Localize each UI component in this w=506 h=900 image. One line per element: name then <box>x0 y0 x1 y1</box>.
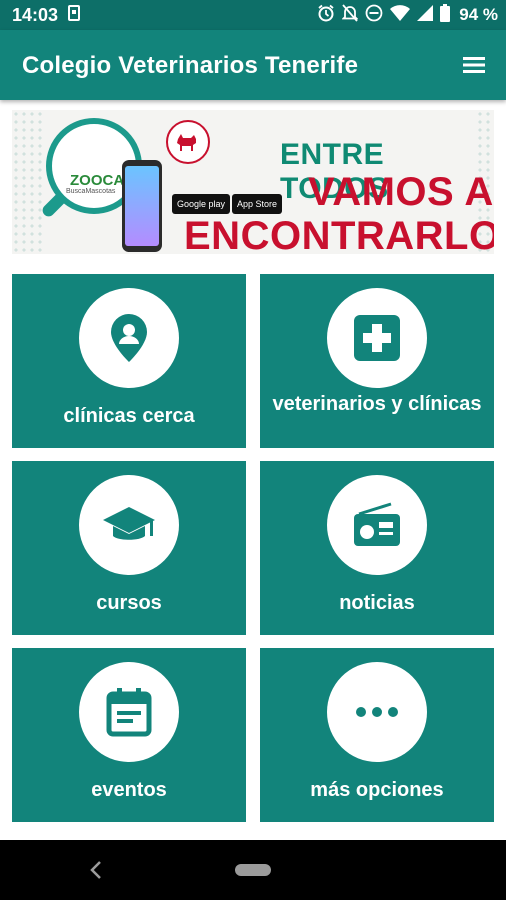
tile-eventos[interactable]: eventos <box>12 648 246 822</box>
tile-mas-opciones[interactable]: más opciones <box>260 648 494 822</box>
dog-icon <box>166 120 210 164</box>
mute-icon <box>341 3 359 27</box>
tile-label: eventos <box>91 779 167 801</box>
zoocan-logo-subtext: BuscaMascotas <box>66 188 116 195</box>
banner-headline-3: ENCONTRARLO <box>184 214 494 254</box>
home-pill-button[interactable] <box>235 864 271 876</box>
alarm-icon <box>317 4 335 27</box>
tile-label: noticias <box>339 592 415 614</box>
tile-label: clínicas cerca <box>63 405 195 427</box>
wifi-icon <box>390 4 411 26</box>
radio-icon <box>327 475 427 575</box>
phone-illustration <box>122 160 162 252</box>
calendar-icon <box>79 662 179 762</box>
tile-veterinarios-clinicas[interactable]: veterinarios y clínicas <box>260 274 494 448</box>
tile-clinicas-cerca[interactable]: clínicas cerca <box>12 274 246 448</box>
more-dots-icon <box>327 662 427 762</box>
tile-label: más opciones <box>310 779 444 801</box>
tile-noticias[interactable]: noticias <box>260 461 494 635</box>
banner-dot-pattern <box>12 110 42 254</box>
battery-icon <box>440 3 451 27</box>
signal-icon <box>417 4 434 26</box>
banner-headline-2: VAMOS A <box>308 170 494 214</box>
tile-cursos[interactable]: cursos <box>12 461 246 635</box>
dnd-icon <box>365 4 383 27</box>
app-bar: Colegio Veterinarios Tenerife <box>0 30 506 100</box>
back-icon[interactable] <box>88 860 104 885</box>
graduation-cap-icon <box>79 475 179 575</box>
app-title: Colegio Veterinarios Tenerife <box>22 52 359 79</box>
tile-label: cursos <box>96 592 162 614</box>
medical-cross-icon <box>327 288 427 388</box>
status-bar: 14:03 94 % <box>0 0 506 30</box>
system-nav-bar <box>0 840 506 900</box>
promo-banner[interactable]: ZOOCAN BuscaMascotas Google play App Sto… <box>12 110 494 254</box>
notification-icon <box>68 4 81 26</box>
location-pin-icon <box>79 288 179 388</box>
app-store-badge: App Store <box>232 194 283 214</box>
tile-label: veterinarios y clínicas <box>272 393 482 415</box>
status-time: 14:03 <box>12 4 59 25</box>
hamburger-menu-icon[interactable] <box>462 54 486 76</box>
google-play-badge: Google play <box>172 194 231 214</box>
battery-percent: 94 % <box>459 5 498 24</box>
